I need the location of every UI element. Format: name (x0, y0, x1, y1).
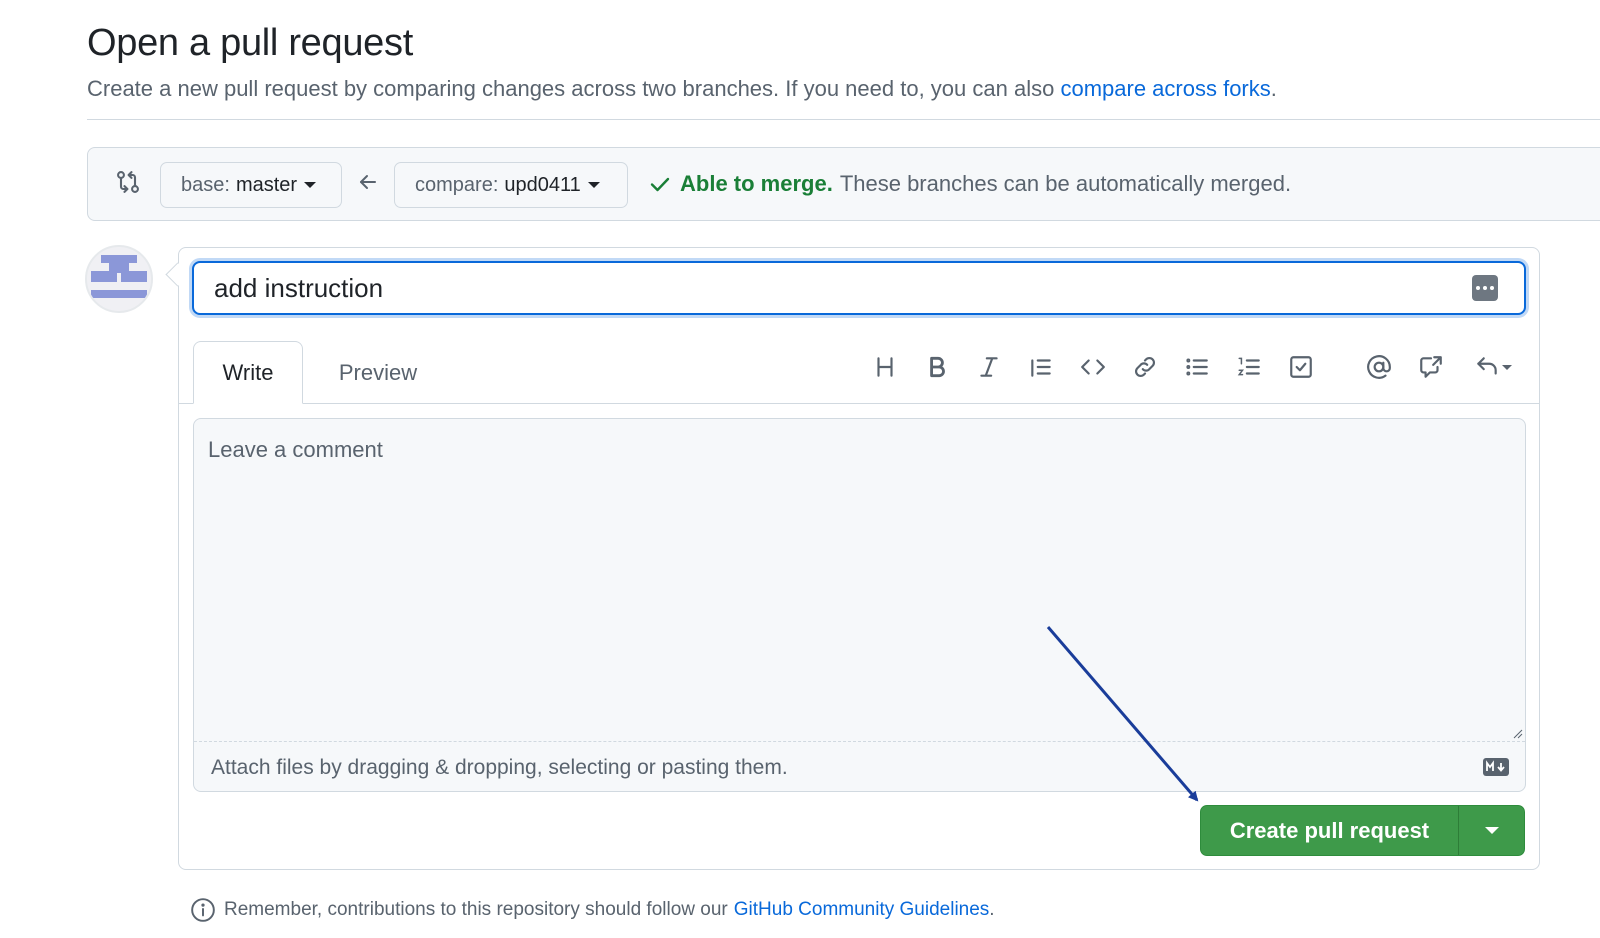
cross-reference-icon[interactable] (1413, 349, 1449, 385)
branch-compare-bar: base: master compare: upd0411 Able to merg… (87, 147, 1600, 221)
footer-suffix: . (989, 899, 995, 920)
pull-request-form: Write Preview Attach files by dragging &… (178, 247, 1540, 870)
italic-icon[interactable] (971, 349, 1007, 385)
markdown-icon[interactable] (1483, 758, 1509, 776)
page-subtitle: Create a new pull request by comparing c… (87, 76, 1277, 102)
footer-text: Remember, contributions to this reposito… (224, 899, 728, 920)
comment-area: Attach files by dragging & dropping, sel… (193, 418, 1526, 792)
create-pull-request-button[interactable]: Create pull request (1200, 805, 1525, 856)
caret-down-icon (1502, 364, 1512, 370)
quote-icon[interactable] (1023, 349, 1059, 385)
caret-down-icon (1484, 827, 1499, 834)
tab-write[interactable]: Write (193, 341, 303, 404)
comment-textarea[interactable] (194, 419, 1525, 741)
check-icon (650, 177, 670, 192)
attach-files-area[interactable]: Attach files by dragging & dropping, sel… (194, 741, 1525, 792)
compare-across-forks-link[interactable]: compare across forks (1060, 76, 1270, 101)
merge-detail-text: These branches can be automatically merg… (839, 171, 1292, 196)
subtitle-suffix: . (1270, 76, 1277, 101)
unordered-list-icon[interactable] (1179, 349, 1215, 385)
info-icon (191, 898, 215, 922)
base-prefix: base: (181, 173, 230, 196)
create-pull-request-label: Create pull request (1201, 806, 1459, 855)
arrow-left-icon (360, 175, 376, 189)
pr-title-input[interactable] (192, 261, 1526, 315)
footer-note: Remember, contributions to this reposito… (190, 897, 995, 923)
attach-files-text: Attach files by dragging & dropping, sel… (211, 756, 788, 779)
header-divider (87, 119, 1600, 120)
resize-handle-icon[interactable] (1511, 727, 1523, 739)
caret-down-icon (304, 182, 317, 188)
subtitle-text: Create a new pull request by comparing c… (87, 76, 1055, 101)
caret-down-icon (587, 182, 600, 188)
merge-status: Able to merge. These branches can be aut… (648, 171, 1291, 197)
merge-ok-text: Able to merge. (680, 171, 833, 196)
link-icon[interactable] (1127, 349, 1163, 385)
ordered-list-icon[interactable] (1231, 349, 1267, 385)
community-guidelines-link[interactable]: GitHub Community Guidelines (734, 899, 990, 921)
code-icon[interactable] (1075, 349, 1111, 385)
compare-prefix: compare: (415, 173, 499, 196)
identicon (91, 255, 147, 298)
mention-icon[interactable] (1361, 349, 1397, 385)
saved-replies-icon[interactable] (1472, 275, 1498, 301)
compare-branch-name: upd0411 (504, 173, 581, 196)
reply-icon[interactable] (1465, 349, 1521, 385)
git-compare-icon (117, 171, 139, 193)
heading-icon[interactable] (867, 349, 903, 385)
task-list-icon[interactable] (1283, 349, 1319, 385)
compare-branch-select[interactable]: compare: upd0411 (394, 162, 628, 208)
page-title: Open a pull request (87, 22, 413, 64)
create-options-dropdown[interactable] (1459, 806, 1524, 855)
avatar[interactable] (85, 245, 153, 313)
base-branch-select[interactable]: base: master (160, 162, 342, 208)
tab-preview[interactable]: Preview (319, 341, 437, 404)
bold-icon[interactable] (919, 349, 955, 385)
base-branch-name: master (235, 173, 298, 196)
